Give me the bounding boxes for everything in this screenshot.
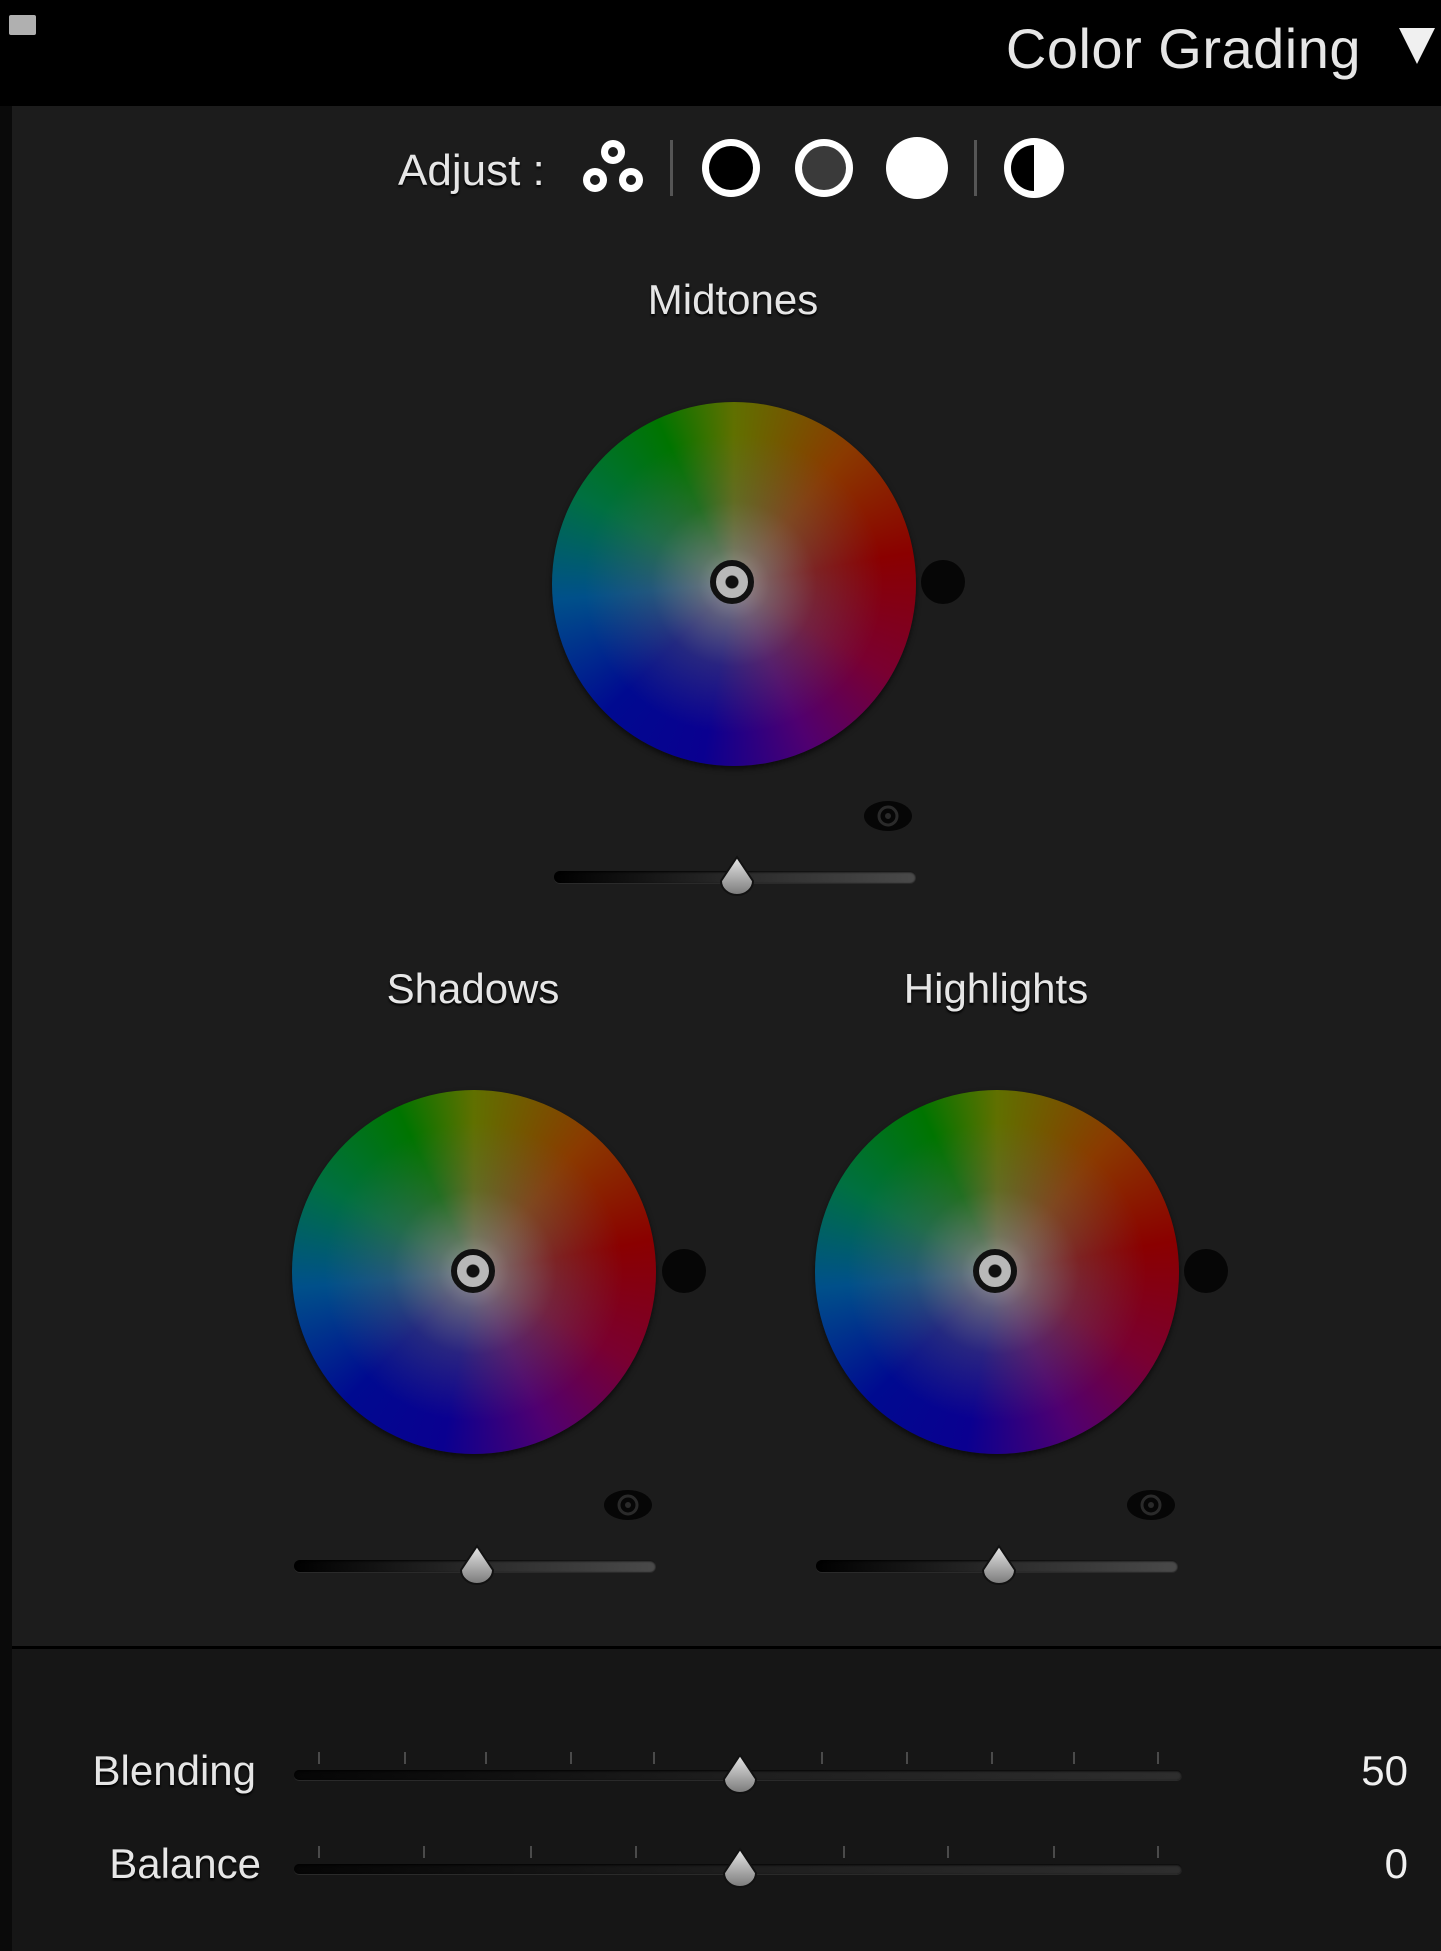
- highlights-title: Highlights: [903, 965, 1089, 1012]
- blending-tick: [485, 1752, 487, 1764]
- midtones-hue-handle[interactable]: [710, 560, 754, 604]
- balance-tick: [635, 1846, 637, 1858]
- highlights-saturation-dot[interactable]: [1184, 1249, 1228, 1293]
- panel-header[interactable]: Color Grading: [0, 0, 1441, 106]
- blending-tick: [906, 1752, 908, 1764]
- balance-tick: [947, 1846, 949, 1858]
- blending-tick: [821, 1752, 823, 1764]
- panel-left-edge: [0, 106, 12, 1951]
- blending-tick: [404, 1752, 406, 1764]
- adjust-separator: [974, 140, 977, 196]
- midtones-title: Midtones: [647, 276, 819, 323]
- blending-tick: [653, 1752, 655, 1764]
- blending-tick: [991, 1752, 993, 1764]
- panel-collapse-handle[interactable]: [9, 15, 36, 35]
- midtones-view-button[interactable]: [790, 134, 858, 202]
- balance-value[interactable]: 0: [1288, 1840, 1408, 1888]
- adjust-label: Adjust :: [398, 146, 545, 195]
- filled-white-circle-icon: [886, 137, 948, 199]
- blending-slider-thumb[interactable]: [720, 1753, 760, 1797]
- blending-tick: [570, 1752, 572, 1764]
- shadows-title: Shadows: [386, 965, 560, 1012]
- panel-title: Color Grading: [1005, 17, 1361, 80]
- balance-slider-thumb[interactable]: [720, 1847, 760, 1891]
- highlights-view-button[interactable]: [883, 134, 951, 202]
- blending-tick: [1157, 1752, 1159, 1764]
- adjust-separator: [670, 140, 673, 196]
- global-view-button[interactable]: [1000, 134, 1068, 202]
- blending-tick: [1073, 1752, 1075, 1764]
- balance-tick: [423, 1846, 425, 1858]
- blending-label: Blending: [92, 1747, 256, 1794]
- shadows-view-button[interactable]: [697, 134, 765, 202]
- ring-black-icon: [702, 139, 760, 197]
- balance-label: Balance: [109, 1840, 261, 1887]
- three-circles-icon: [583, 140, 643, 192]
- shadows-saturation-dot[interactable]: [662, 1249, 706, 1293]
- ring-gray-icon: [795, 139, 853, 197]
- balance-tick: [318, 1846, 320, 1858]
- highlights-eye-icon[interactable]: [1126, 1488, 1176, 1522]
- highlights-hue-handle[interactable]: [973, 1249, 1017, 1293]
- balance-tick: [530, 1846, 532, 1858]
- midtones-luminance-thumb[interactable]: [717, 855, 757, 899]
- blending-tick: [318, 1752, 320, 1764]
- bottom-section: [12, 1649, 1441, 1951]
- half-circle-icon: [1004, 138, 1064, 198]
- balance-tick: [1157, 1846, 1159, 1858]
- midtones-saturation-dot[interactable]: [921, 560, 965, 604]
- balance-tick: [843, 1846, 845, 1858]
- three-way-view-button[interactable]: [579, 134, 647, 202]
- balance-tick: [1053, 1846, 1055, 1858]
- blending-value[interactable]: 50: [1288, 1747, 1408, 1795]
- shadows-luminance-thumb[interactable]: [457, 1544, 497, 1588]
- shadows-hue-handle[interactable]: [451, 1249, 495, 1293]
- highlights-luminance-thumb[interactable]: [979, 1544, 1019, 1588]
- midtones-eye-icon[interactable]: [863, 799, 913, 833]
- collapse-triangle-icon[interactable]: [1399, 28, 1435, 64]
- shadows-eye-icon[interactable]: [603, 1488, 653, 1522]
